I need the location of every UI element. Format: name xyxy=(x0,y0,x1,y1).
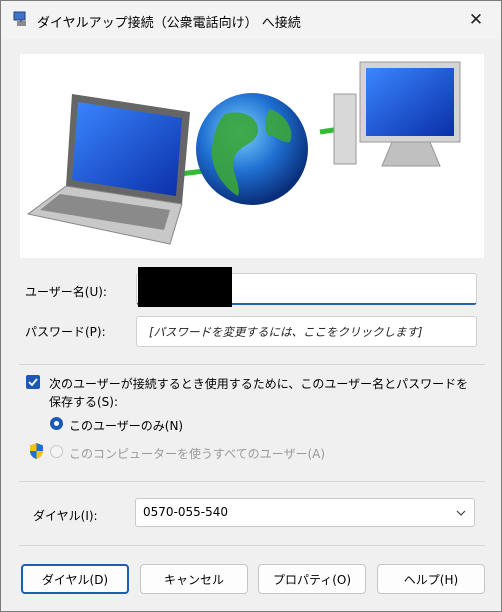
properties-button[interactable]: プロパティ(O) xyxy=(258,564,366,594)
separator xyxy=(19,545,485,546)
dial-label: ダイヤル(I): xyxy=(33,509,98,523)
laptop-icon xyxy=(26,94,190,245)
dial-number-value: 0570-055-540 xyxy=(143,505,229,519)
close-button[interactable]: ✕ xyxy=(453,3,499,37)
cancel-button[interactable]: キャンセル xyxy=(140,564,248,594)
save-credentials-checkbox[interactable] xyxy=(26,375,40,389)
title-bar: ダイヤルアップ接続（公衆電話向け） へ接続 ✕ xyxy=(1,1,501,39)
password-label: パスワード(P): xyxy=(25,325,106,339)
password-placeholder: [パスワードを変更するには、ここをクリックします] xyxy=(149,325,423,339)
window-title: ダイヤルアップ接続（公衆電話向け） へ接続 xyxy=(37,16,301,31)
username-value-redacted xyxy=(138,267,232,307)
connection-banner xyxy=(20,54,484,258)
help-button[interactable]: ヘルプ(H) xyxy=(377,564,485,594)
connection-illustration xyxy=(26,61,461,245)
dial-button[interactable]: ダイヤル(D) xyxy=(21,564,129,594)
password-input[interactable]: [パスワードを変更するには、ここをクリックします] xyxy=(136,316,477,347)
chevron-down-icon xyxy=(456,510,466,516)
save-credentials-label-line2: 保存する(S): xyxy=(49,395,119,409)
globe-icon xyxy=(196,93,308,205)
desktop-computer-icon xyxy=(333,61,461,167)
dial-number-combobox[interactable]: 0570-055-540 xyxy=(135,498,475,527)
close-icon: ✕ xyxy=(468,10,484,30)
radio-this-user-only-label: このユーザーのみ(N) xyxy=(69,419,184,433)
separator xyxy=(19,481,485,482)
uac-shield-icon xyxy=(30,443,43,459)
radio-this-user-only[interactable] xyxy=(50,417,63,430)
username-label: ユーザー名(U): xyxy=(25,285,107,299)
radio-all-users[interactable] xyxy=(50,445,63,458)
network-connection-icon xyxy=(13,11,26,26)
dialup-dialog: ダイヤルアップ接続（公衆電話向け） へ接続 ✕ ユーザー名(U): パスワード(… xyxy=(0,0,502,612)
save-credentials-label-line1: 次のユーザーが接続するとき使用するために、このユーザー名とパスワードを xyxy=(49,377,469,391)
checkmark-icon xyxy=(28,378,38,387)
separator xyxy=(19,364,485,365)
radio-all-users-label: このコンピューターを使うすべてのユーザー(A) xyxy=(69,447,326,461)
